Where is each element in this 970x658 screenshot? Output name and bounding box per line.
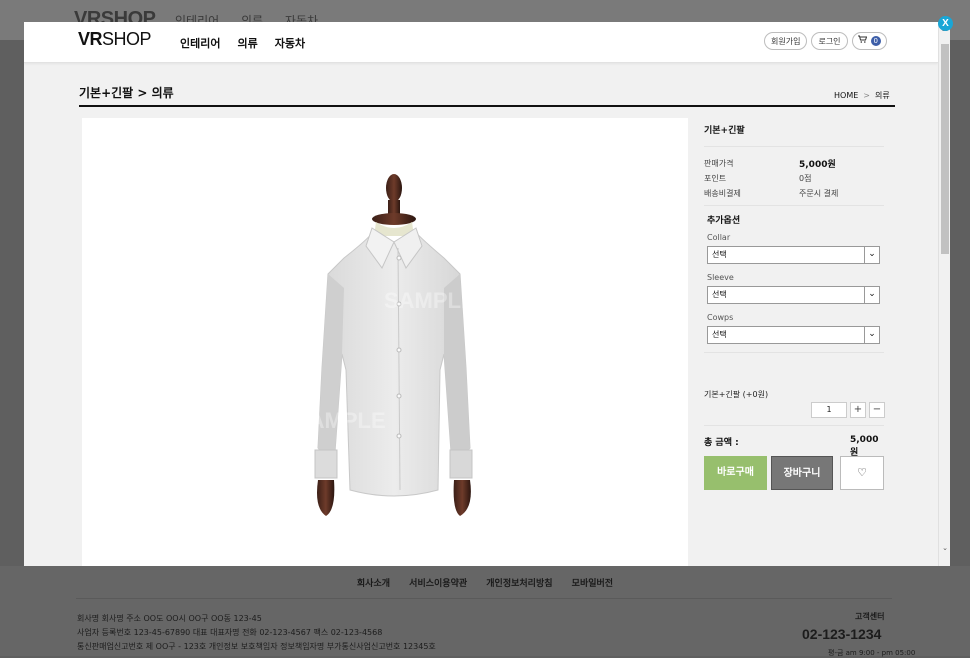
price-value: 5,000원: [799, 160, 836, 170]
option-cowps-label: Cowps: [707, 313, 734, 322]
customer-center-hours: 평-금 am 9:00 - pm 05:00: [828, 649, 916, 657]
login-button[interactable]: 로그인: [811, 32, 848, 50]
product-image: SAMPLE SAMPLE: [82, 118, 688, 566]
info-divider: [704, 146, 884, 147]
company-line-1: 회사명 회사명 주소 OO도 OO시 OO구 OO동 123-45: [77, 614, 262, 623]
option-sleeve-value: 선택: [712, 290, 727, 299]
close-popup-button[interactable]: X: [938, 16, 953, 31]
quantity-decrease-button[interactable]: −: [869, 402, 885, 418]
nav-car[interactable]: 자동차: [275, 35, 305, 51]
heart-icon: ♡: [857, 466, 867, 479]
product-popup: VRSHOP 인테리어 의류 자동차 회원가입 로그인 0 기본+긴팔 > 의류…: [24, 22, 950, 566]
nav-clothing[interactable]: 의류: [237, 35, 257, 51]
chevron-down-icon: ⌄: [864, 287, 879, 303]
breadcrumb: HOME > 의류: [834, 90, 890, 101]
point-label: 포인트: [704, 174, 727, 183]
wishlist-button[interactable]: ♡: [840, 456, 884, 490]
page-title: 기본+긴팔 > 의류: [79, 86, 174, 100]
quantity-increase-button[interactable]: +: [850, 402, 866, 418]
nav-interior[interactable]: 인테리어: [180, 35, 220, 51]
footer-link-mobile[interactable]: 모바일버전: [572, 579, 613, 589]
watermark-bottom: SAMPLE: [294, 408, 386, 433]
option-collar-label: Collar: [707, 233, 731, 242]
site-logo[interactable]: VRSHOP: [78, 29, 152, 50]
logo-text: SHOP: [102, 29, 152, 49]
header-buttons: 회원가입 로그인 0: [764, 32, 888, 50]
popup-scrollbar[interactable]: ▲ ⌄: [938, 22, 950, 566]
shipping-value: 주문시 결제: [799, 189, 839, 198]
customer-center-title: 고객센터: [855, 612, 885, 621]
join-button[interactable]: 회원가입: [764, 32, 808, 50]
breadcrumb-home[interactable]: HOME: [834, 91, 858, 100]
info-divider: [704, 425, 884, 426]
info-divider: [704, 352, 884, 353]
customer-center-phone: 02-123-1234: [802, 626, 882, 642]
logo-bold-text: VR: [78, 29, 103, 49]
company-line-3: 통신판매업신고번호 제 OO구 - 123호 개인정보 보호책임자 정보책임자명…: [77, 642, 436, 651]
footer-link-terms[interactable]: 서비스이용약관: [409, 579, 467, 589]
popup-header: VRSHOP 인테리어 의류 자동차 회원가입 로그인 0: [24, 22, 938, 63]
option-sleeve-select[interactable]: 선택 ⌄: [707, 286, 880, 304]
add-to-cart-button[interactable]: 장바구니: [771, 456, 833, 490]
footer-link-about[interactable]: 회사소개: [357, 579, 390, 589]
watermark-top: SAMPLE: [384, 288, 476, 313]
cart-button[interactable]: 0: [851, 32, 888, 50]
breadcrumb-current[interactable]: 의류: [875, 91, 890, 100]
option-sleeve-label: Sleeve: [707, 273, 734, 282]
quantity-input[interactable]: 1: [811, 402, 847, 418]
chevron-down-icon: ⌄: [864, 327, 879, 343]
selected-item-name: 기본+긴팔 (+0원): [704, 390, 769, 399]
product-name: 기본+긴팔: [704, 126, 745, 136]
footer-link-privacy[interactable]: 개인정보처리방침: [486, 579, 552, 589]
breadcrumb-separator: >: [863, 91, 870, 100]
point-value: 0점: [799, 174, 812, 183]
buy-now-button[interactable]: 바로구매: [704, 456, 767, 490]
cart-count-badge: 0: [870, 36, 882, 46]
cart-icon: [857, 32, 867, 50]
footer-divider: [76, 598, 892, 599]
company-line-2: 사업자 등록번호 123-45-67890 대표 대표자명 전화 02-123-…: [77, 628, 383, 637]
option-collar-select[interactable]: 선택 ⌄: [707, 246, 880, 264]
option-cowps-value: 선택: [712, 330, 727, 339]
scroll-thumb[interactable]: [941, 44, 949, 254]
shirt-image: SAMPLE SAMPLE: [294, 174, 476, 516]
option-cowps-select[interactable]: 선택 ⌄: [707, 326, 880, 344]
total-label: 총 금액 :: [704, 438, 739, 448]
total-value: 5,000원: [850, 435, 879, 458]
shipping-label: 배송비결제: [704, 189, 741, 198]
options-title: 추가옵션: [707, 216, 741, 226]
scroll-down-icon[interactable]: ⌄: [941, 544, 949, 552]
chevron-down-icon: ⌄: [864, 247, 879, 263]
info-divider: [704, 205, 884, 206]
price-label: 판매가격: [704, 159, 734, 168]
title-divider: [79, 105, 895, 107]
footer-links: 회사소개 서비스이용약관 개인정보처리방침 모바일버전: [0, 576, 970, 589]
company-info: 회사명 회사명 주소 OO도 OO시 OO구 OO동 123-45 사업자 등록…: [77, 612, 436, 654]
main-nav: 인테리어 의류 자동차: [180, 35, 305, 51]
option-collar-value: 선택: [712, 250, 727, 259]
